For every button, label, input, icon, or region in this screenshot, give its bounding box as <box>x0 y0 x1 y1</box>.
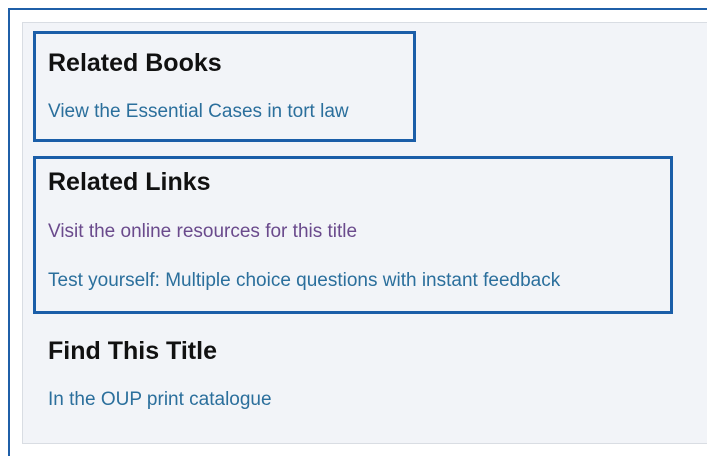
online-resources-link[interactable]: Visit the online resources for this titl… <box>48 221 357 243</box>
essential-cases-link[interactable]: View the Essential Cases in tort law <box>48 101 349 123</box>
related-books-highlight-box <box>33 31 416 142</box>
find-this-title-heading: Find This Title <box>48 337 217 365</box>
oup-print-catalogue-link[interactable]: In the OUP print catalogue <box>48 389 272 411</box>
multiple-choice-questions-link[interactable]: Test yourself: Multiple choice questions… <box>48 270 560 292</box>
related-books-heading: Related Books <box>48 49 222 77</box>
related-links-heading: Related Links <box>48 168 211 196</box>
